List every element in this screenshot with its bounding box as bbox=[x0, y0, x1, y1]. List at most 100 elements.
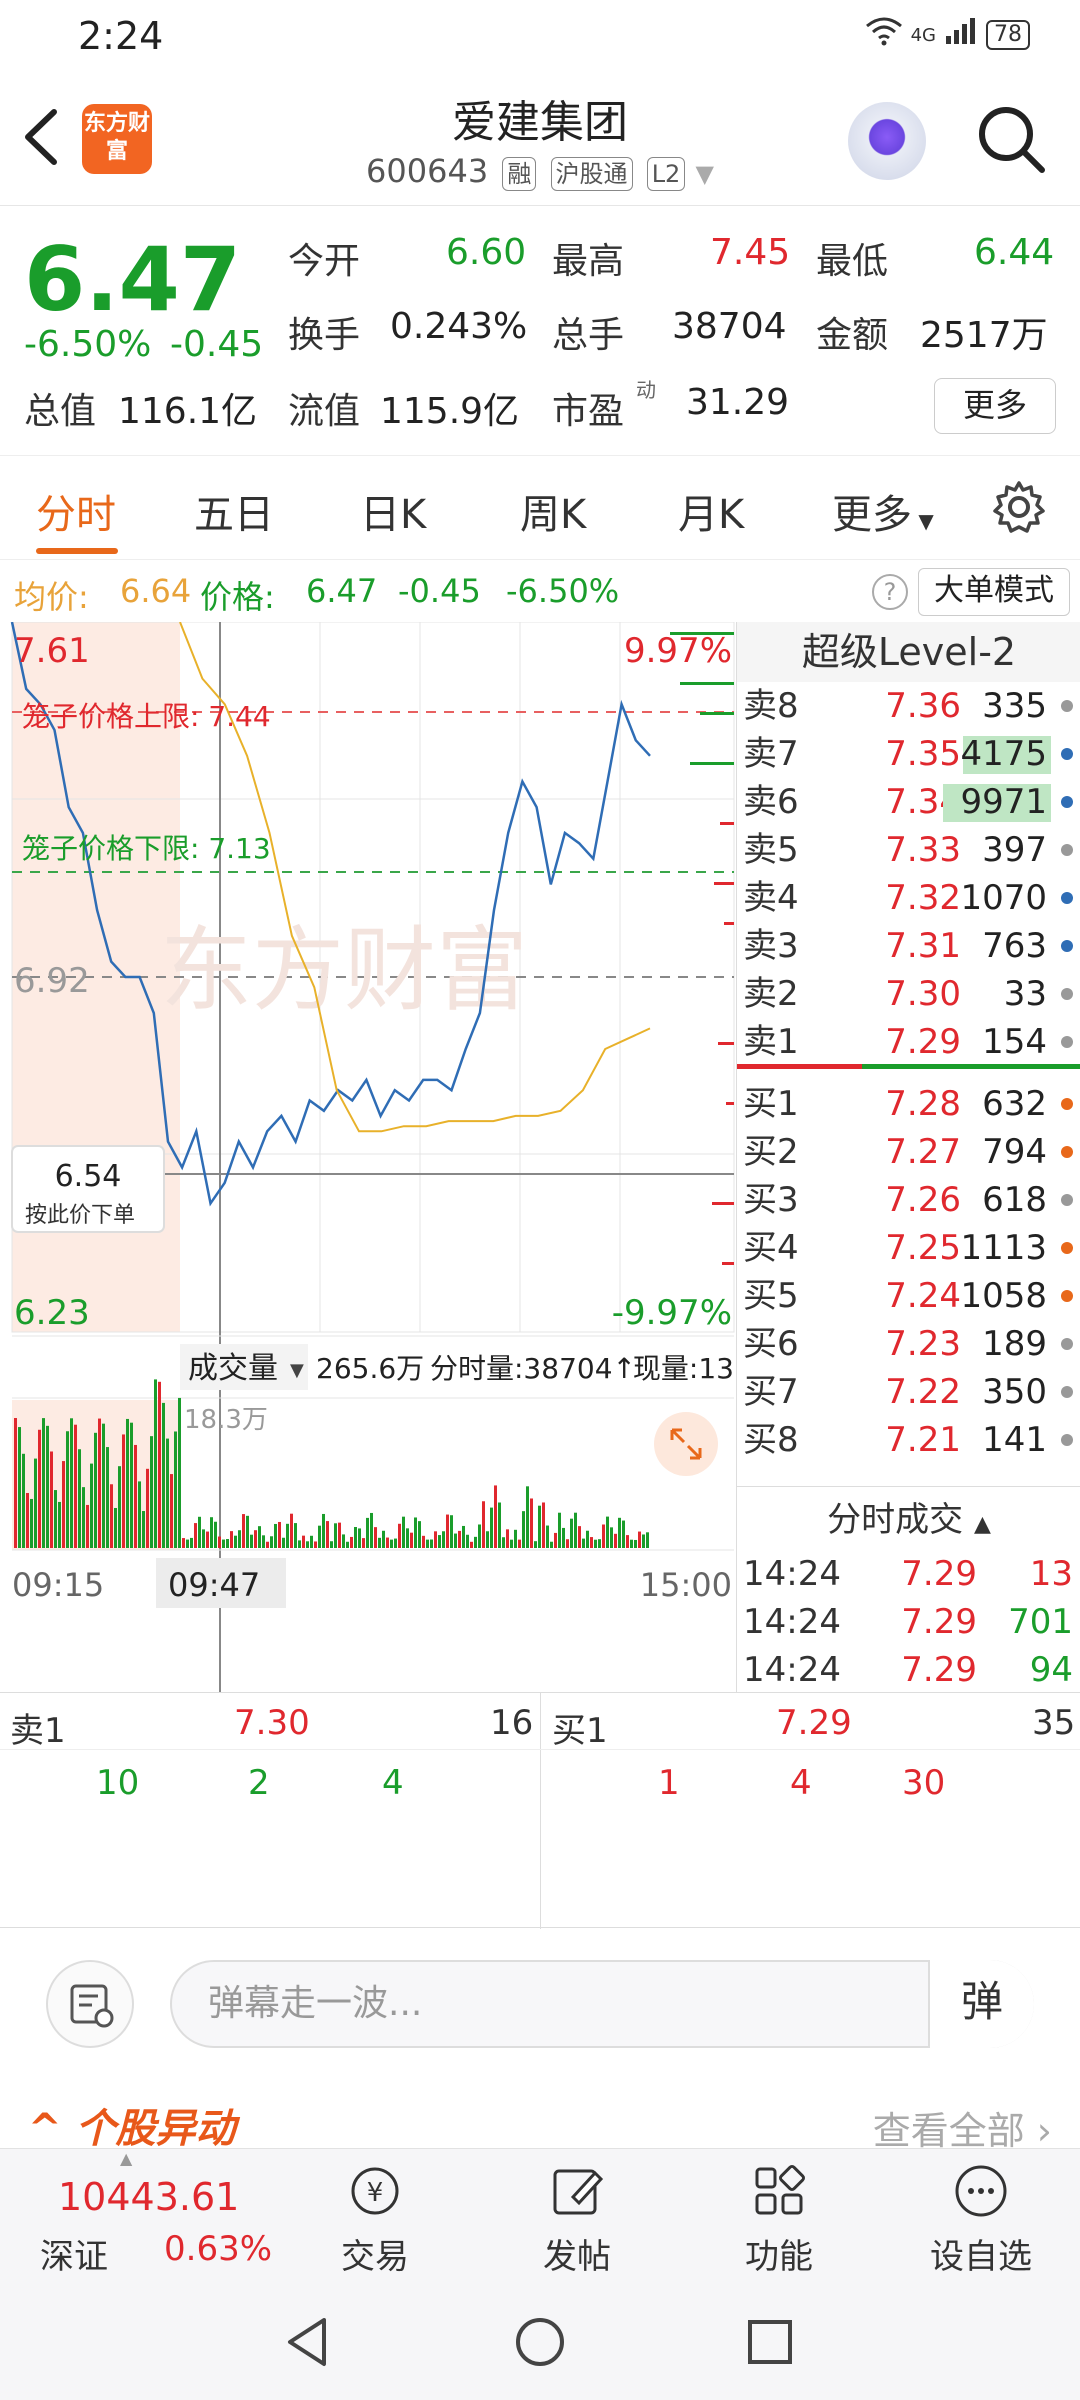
expand-button[interactable] bbox=[654, 1412, 718, 1476]
more-quote-button[interactable]: 更多 bbox=[934, 378, 1056, 434]
volume-bar bbox=[62, 1461, 65, 1548]
bid-row[interactable]: 买5 7.24 1058 bbox=[737, 1272, 1080, 1320]
bid-row[interactable]: 买8 7.21 141 bbox=[737, 1416, 1080, 1464]
volume-bar bbox=[518, 1539, 521, 1548]
intraday-chart[interactable]: 东方财富 7.61 9.97% 6.92 6.23 -9.97% 笼子价格上限:… bbox=[0, 621, 736, 1692]
tick-row: 14:24 7.29 701 bbox=[737, 1598, 1080, 1646]
tag-connect: 沪股通 bbox=[550, 157, 633, 191]
tick-trades-title[interactable]: 分时成交 ▲ bbox=[737, 1492, 1080, 1541]
system-home-icon[interactable] bbox=[510, 2312, 570, 2372]
cursor-price: 6.54 bbox=[55, 1159, 122, 1194]
danmaku-input[interactable]: 弹幕走一波... bbox=[170, 1960, 1034, 2048]
bid-dot bbox=[1061, 1386, 1073, 1398]
bid-row[interactable]: 买1 7.28 632 bbox=[737, 1080, 1080, 1128]
ask-row[interactable]: 卖3 7.31 763 bbox=[737, 922, 1080, 970]
nav-functions[interactable]: 功能 bbox=[704, 2161, 854, 2278]
tab-more[interactable]: 更多 ▼ bbox=[832, 482, 934, 540]
volume-bar bbox=[422, 1535, 425, 1548]
bid-row[interactable]: 买6 7.23 189 bbox=[737, 1320, 1080, 1368]
volume-bar bbox=[566, 1539, 569, 1548]
index-value[interactable]: 10443.61 bbox=[58, 2175, 239, 2219]
ask-row[interactable]: 卖6 7.34 9971 bbox=[737, 778, 1080, 826]
index-name[interactable]: 深证 bbox=[40, 2229, 108, 2278]
open-value: 6.60 bbox=[446, 232, 527, 273]
bid-volume: 1058 bbox=[960, 1276, 1047, 1316]
nav-add-watchlist[interactable]: 设自选 bbox=[906, 2161, 1056, 2278]
volume-bar bbox=[274, 1523, 277, 1548]
low-label: 最低 bbox=[816, 241, 889, 282]
help-icon[interactable]: ? bbox=[872, 574, 908, 610]
volume-bar bbox=[458, 1530, 461, 1548]
order-flow-bars bbox=[670, 632, 734, 1265]
robot-assistant-icon[interactable] bbox=[848, 102, 926, 180]
tab-monthly-k[interactable]: 月K bbox=[678, 482, 744, 540]
edit-icon bbox=[553, 2169, 604, 2215]
volume-bar bbox=[534, 1541, 537, 1548]
big-order-mode-button[interactable]: 大单模式 bbox=[918, 568, 1070, 616]
volume-bar bbox=[370, 1512, 373, 1548]
volume-bar bbox=[306, 1541, 309, 1548]
tab-intraday[interactable]: 分时 bbox=[36, 482, 116, 540]
ask-price: 7.29 bbox=[885, 1022, 961, 1062]
ask-row[interactable]: 卖1 7.29 154 bbox=[737, 1018, 1080, 1066]
volume-bar bbox=[114, 1507, 117, 1548]
queue-sell-price: 7.30 bbox=[234, 1703, 310, 1743]
ask-row[interactable]: 卖8 7.36 335 bbox=[737, 682, 1080, 730]
volume-bar bbox=[226, 1539, 229, 1548]
bid-dot bbox=[1061, 1434, 1073, 1446]
volume-bar bbox=[390, 1539, 393, 1548]
volume-bar bbox=[42, 1418, 45, 1548]
vol-label[interactable]: 成交量 bbox=[188, 1351, 278, 1386]
ask-row[interactable]: 卖2 7.30 33 bbox=[737, 970, 1080, 1018]
nav-trade[interactable]: ¥ 交易 bbox=[300, 2161, 450, 2278]
cursor-order-action[interactable]: 按此价下单 bbox=[25, 1203, 135, 1228]
chevron-up-icon: ^ bbox=[28, 2106, 76, 2152]
view-all-link[interactable]: 查看全部 › bbox=[873, 2100, 1052, 2155]
ask-row[interactable]: 卖4 7.32 1070 bbox=[737, 874, 1080, 922]
volume-bar bbox=[582, 1538, 585, 1548]
volume-bar bbox=[570, 1518, 573, 1548]
queue-sell-order: 10 bbox=[96, 1763, 140, 1803]
bid-row[interactable]: 买4 7.25 1113 bbox=[737, 1224, 1080, 1272]
ask-row[interactable]: 卖7 7.35 4175 bbox=[737, 730, 1080, 778]
tab-five-day[interactable]: 五日 bbox=[194, 482, 274, 540]
search-button[interactable] bbox=[976, 104, 1046, 174]
ask-level: 卖1 bbox=[743, 1022, 799, 1062]
nav-post-label: 发帖 bbox=[543, 2237, 611, 2277]
search-icon bbox=[979, 107, 1045, 173]
bid-row[interactable]: 买7 7.22 350 bbox=[737, 1368, 1080, 1416]
ask-volume: 763 bbox=[982, 926, 1047, 966]
volume-bar bbox=[398, 1523, 401, 1548]
volume-bar bbox=[330, 1541, 333, 1548]
stock-movement-title[interactable]: ^ 个股异动 bbox=[28, 2096, 235, 2154]
index-change-percent[interactable]: 0.63% bbox=[164, 2229, 272, 2269]
price-label: 价格: bbox=[200, 578, 275, 616]
ask-dot bbox=[1061, 988, 1073, 1000]
volume-bar bbox=[186, 1539, 189, 1548]
nav-post[interactable]: 发帖 bbox=[502, 2161, 652, 2278]
cage-lower-label: 笼子价格下限: 7.13 bbox=[22, 832, 271, 865]
bid-price: 7.22 bbox=[885, 1372, 961, 1412]
view-all-label: 查看全部 bbox=[872, 2109, 1025, 2153]
volume-bar bbox=[74, 1424, 77, 1548]
ask-price: 7.33 bbox=[885, 830, 961, 870]
danmaku-settings-button[interactable] bbox=[46, 1960, 134, 2048]
system-back-icon[interactable] bbox=[280, 2312, 340, 2372]
bid-row[interactable]: 买3 7.26 618 bbox=[737, 1176, 1080, 1224]
ask-row[interactable]: 卖5 7.33 397 bbox=[737, 826, 1080, 874]
volume-bar bbox=[574, 1512, 577, 1548]
volume-bar bbox=[618, 1517, 621, 1548]
battery-icon: 78 bbox=[986, 20, 1030, 50]
level2-title[interactable]: 超级Level-2 bbox=[737, 622, 1080, 682]
settings-button[interactable] bbox=[992, 480, 1046, 538]
bid-row[interactable]: 买2 7.27 794 bbox=[737, 1128, 1080, 1176]
system-recents-icon[interactable] bbox=[740, 2312, 800, 2372]
tick-volume: 701 bbox=[1008, 1602, 1073, 1642]
tab-weekly-k[interactable]: 周K bbox=[520, 482, 586, 540]
danmaku-send-button[interactable]: 弹 bbox=[928, 1960, 1034, 2048]
tab-daily-k[interactable]: 日K bbox=[360, 482, 426, 540]
volume-bar bbox=[14, 1418, 17, 1548]
volume-bar bbox=[586, 1530, 589, 1548]
volume-bar bbox=[550, 1541, 553, 1548]
volume-bar bbox=[426, 1539, 429, 1548]
